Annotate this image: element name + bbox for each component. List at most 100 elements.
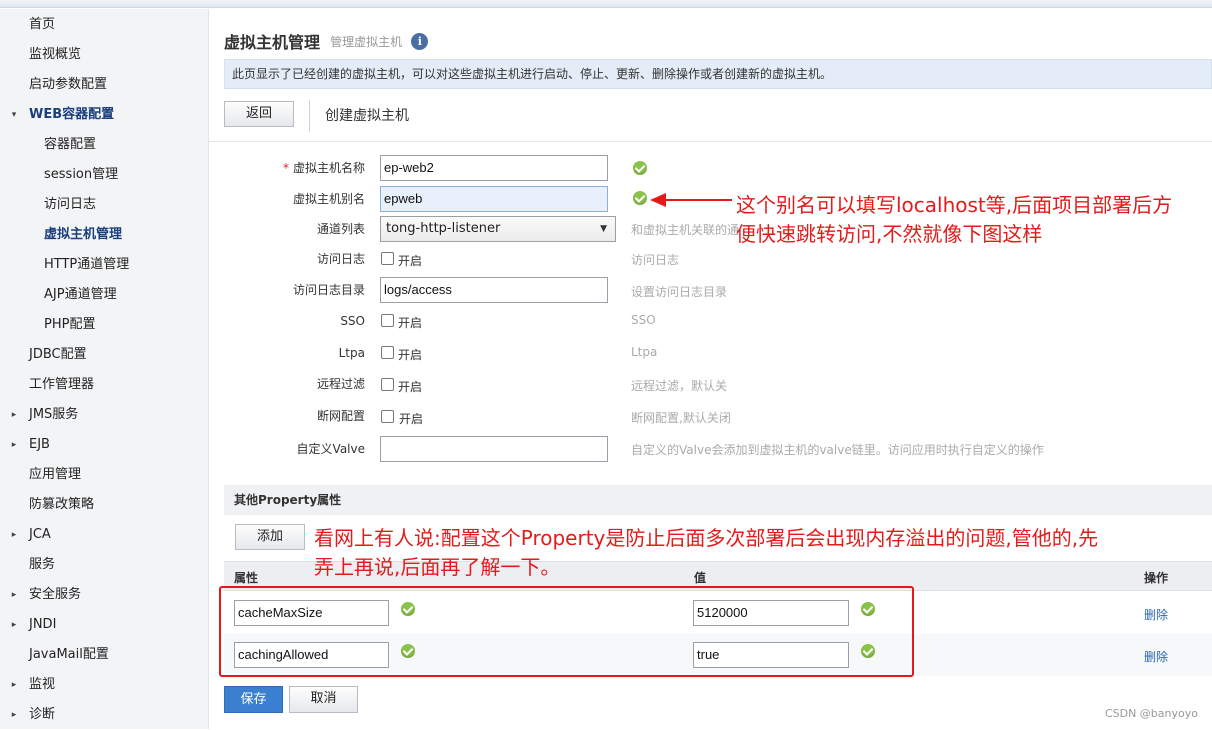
accesslog-hint: 访问日志 xyxy=(631,251,679,268)
sidebar-item-label: 监视概览 xyxy=(29,40,81,70)
sidebar-item-label: 启动参数配置 xyxy=(29,70,107,100)
sso-label: SSO xyxy=(209,308,365,334)
sidebar-item-label: JMS服务 xyxy=(29,400,78,430)
sidebar-item[interactable]: ▸ 安全服务 xyxy=(0,580,209,610)
delete-link[interactable]: 删除 xyxy=(1144,606,1168,623)
alias-input[interactable]: epweb xyxy=(380,186,608,212)
page-title: 虚拟主机管理 xyxy=(224,33,320,52)
sidebar-item-label: PHP配置 xyxy=(44,310,95,340)
add-property-button[interactable]: 添加 xyxy=(235,524,305,550)
watermark: CSDN @banyoyo xyxy=(1105,707,1198,720)
channel-select-value: tong-http-listener xyxy=(386,221,500,236)
sidebar-item[interactable]: 虚拟主机管理 xyxy=(0,220,209,250)
channel-select[interactable]: tong-http-listener ▼ xyxy=(380,216,616,242)
sidebar-item[interactable]: AJP通道管理 xyxy=(0,280,209,310)
sidebar-item-label: EJB xyxy=(29,430,50,460)
page-subtitle: 管理虚拟主机 xyxy=(330,35,402,49)
accesslog-checkbox[interactable] xyxy=(381,252,394,265)
sidebar-item[interactable]: 访问日志 xyxy=(0,190,209,220)
logdir-hint: 设置访问日志目录 xyxy=(631,283,727,300)
sidebar-item[interactable]: PHP配置 xyxy=(0,310,209,340)
valve-hint: 自定义的Valve会添加到虚拟主机的valve链里。访问应用时执行自定义的操作 xyxy=(631,441,1044,458)
disconnect-hint: 断网配置,默认关闭 xyxy=(631,409,731,426)
annotation-arrow-icon xyxy=(648,190,734,210)
sidebar-item-label: 容器配置 xyxy=(44,130,96,160)
chevron-right-icon: ▸ xyxy=(8,430,20,460)
sso-enable-label: 开启 xyxy=(398,314,422,331)
chevron-right-icon: ▸ xyxy=(8,580,20,610)
logdir-input[interactable]: logs/access xyxy=(380,277,608,303)
cancel-button[interactable]: 取消 xyxy=(289,686,358,713)
create-title: 创建虚拟主机 xyxy=(325,105,409,125)
sidebar-item-label: 防篡改策略 xyxy=(29,490,94,520)
sidebar-item[interactable]: JavaMail配置 xyxy=(0,640,209,670)
chevron-right-icon: ▸ xyxy=(8,610,20,640)
disconnect-label: 断网配置 xyxy=(209,403,365,429)
ltpa-checkbox[interactable] xyxy=(381,346,394,359)
back-button[interactable]: 返回 xyxy=(224,101,294,127)
sidebar-item[interactable]: 首页 xyxy=(0,10,209,40)
sidebar-item[interactable]: ▾ WEB容器配置 xyxy=(0,100,209,130)
check-icon xyxy=(633,161,647,175)
page-description: 此页显示了已经创建的虚拟主机，可以对这些虚拟主机进行启动、停止、更新、删除操作或… xyxy=(224,59,1212,89)
property-annotation-line1: 看网上有人说:配置这个Property是防止后面多次部署后会出现内存溢出的问题,… xyxy=(314,523,1098,553)
chevron-right-icon: ▸ xyxy=(8,670,20,700)
sidebar-item-label: AJP通道管理 xyxy=(44,280,117,310)
name-label-text: 虚拟主机名称 xyxy=(293,161,365,175)
sidebar-item[interactable]: ▸ JMS服务 xyxy=(0,400,209,430)
name-input[interactable]: ep-web2 xyxy=(380,155,608,181)
sso-hint: SSO xyxy=(631,313,656,327)
sidebar-item[interactable]: 工作管理器 xyxy=(0,370,209,400)
toolbar-divider xyxy=(309,100,310,132)
remote-checkbox[interactable] xyxy=(381,378,394,391)
info-icon[interactable]: i xyxy=(411,33,428,50)
sidebar-item[interactable]: ▸JNDI xyxy=(0,610,209,640)
alias-annotation-line1: 这个别名可以填写localhost等,后面项目部署后方 xyxy=(736,190,1172,220)
disconnect-checkbox[interactable] xyxy=(381,410,394,423)
sidebar-item-label: 安全服务 xyxy=(29,580,81,610)
sidebar-item[interactable]: 服务 xyxy=(0,550,209,580)
remote-enable-label: 开启 xyxy=(398,378,422,395)
sso-checkbox[interactable] xyxy=(381,314,394,327)
page-header: 虚拟主机管理 管理虚拟主机 i xyxy=(224,29,428,53)
chevron-down-icon: ▾ xyxy=(8,100,20,130)
sidebar-item[interactable]: 监视概览 xyxy=(0,40,209,70)
ltpa-hint: Ltpa xyxy=(631,345,657,359)
sidebar-item-label: 访问日志 xyxy=(44,190,96,220)
sidebar-item[interactable]: ▸监视 xyxy=(0,670,209,700)
accesslog-label: 访问日志 xyxy=(209,246,365,272)
sidebar-item[interactable]: session管理 xyxy=(0,160,209,190)
remote-label: 远程过滤 xyxy=(209,371,365,397)
chevron-down-icon: ▼ xyxy=(600,217,607,241)
col-action: 操作 xyxy=(1144,569,1168,586)
ltpa-label: Ltpa xyxy=(209,340,365,366)
sidebar-item[interactable]: ▸JCA xyxy=(0,520,209,550)
ltpa-enable-label: 开启 xyxy=(398,346,422,363)
sidebar-item[interactable]: ▸ EJB xyxy=(0,430,209,460)
alias-annotation-line2: 便快速跳转访问,不然就像下图这样 xyxy=(736,219,1042,249)
sidebar-item[interactable]: 启动参数配置 xyxy=(0,70,209,100)
sidebar-item[interactable]: 防篡改策略 xyxy=(0,490,209,520)
channel-label: 通道列表 xyxy=(209,216,365,242)
sidebar-item[interactable]: 容器配置 xyxy=(0,130,209,160)
sidebar-item[interactable]: HTTP通道管理 xyxy=(0,250,209,280)
sidebar-item-label: 首页 xyxy=(29,10,55,40)
top-border xyxy=(0,0,1212,8)
delete-link[interactable]: 删除 xyxy=(1144,648,1168,665)
alias-label: 虚拟主机别名 xyxy=(209,186,365,212)
chevron-right-icon: ▸ xyxy=(8,400,20,430)
remote-hint: 远程过滤，默认关 xyxy=(631,377,727,394)
chevron-right-icon: ▸ xyxy=(8,700,20,730)
property-section-title: 其他Property属性 xyxy=(224,485,1212,515)
sidebar-item[interactable]: 应用管理 xyxy=(0,460,209,490)
save-button[interactable]: 保存 xyxy=(224,686,283,713)
chevron-right-icon: ▸ xyxy=(8,520,20,550)
name-label: *虚拟主机名称 xyxy=(209,155,365,181)
sidebar-item[interactable]: JDBC配置 xyxy=(0,340,209,370)
valve-input[interactable] xyxy=(380,436,608,462)
sidebar-item-label: WEB容器配置 xyxy=(29,100,114,130)
sidebar-item-label: JDBC配置 xyxy=(29,340,87,370)
sidebar-item[interactable]: ▸诊断 xyxy=(0,700,209,730)
sidebar-item-label: 虚拟主机管理 xyxy=(44,220,122,250)
sidebar-item-label: 服务 xyxy=(29,550,55,580)
